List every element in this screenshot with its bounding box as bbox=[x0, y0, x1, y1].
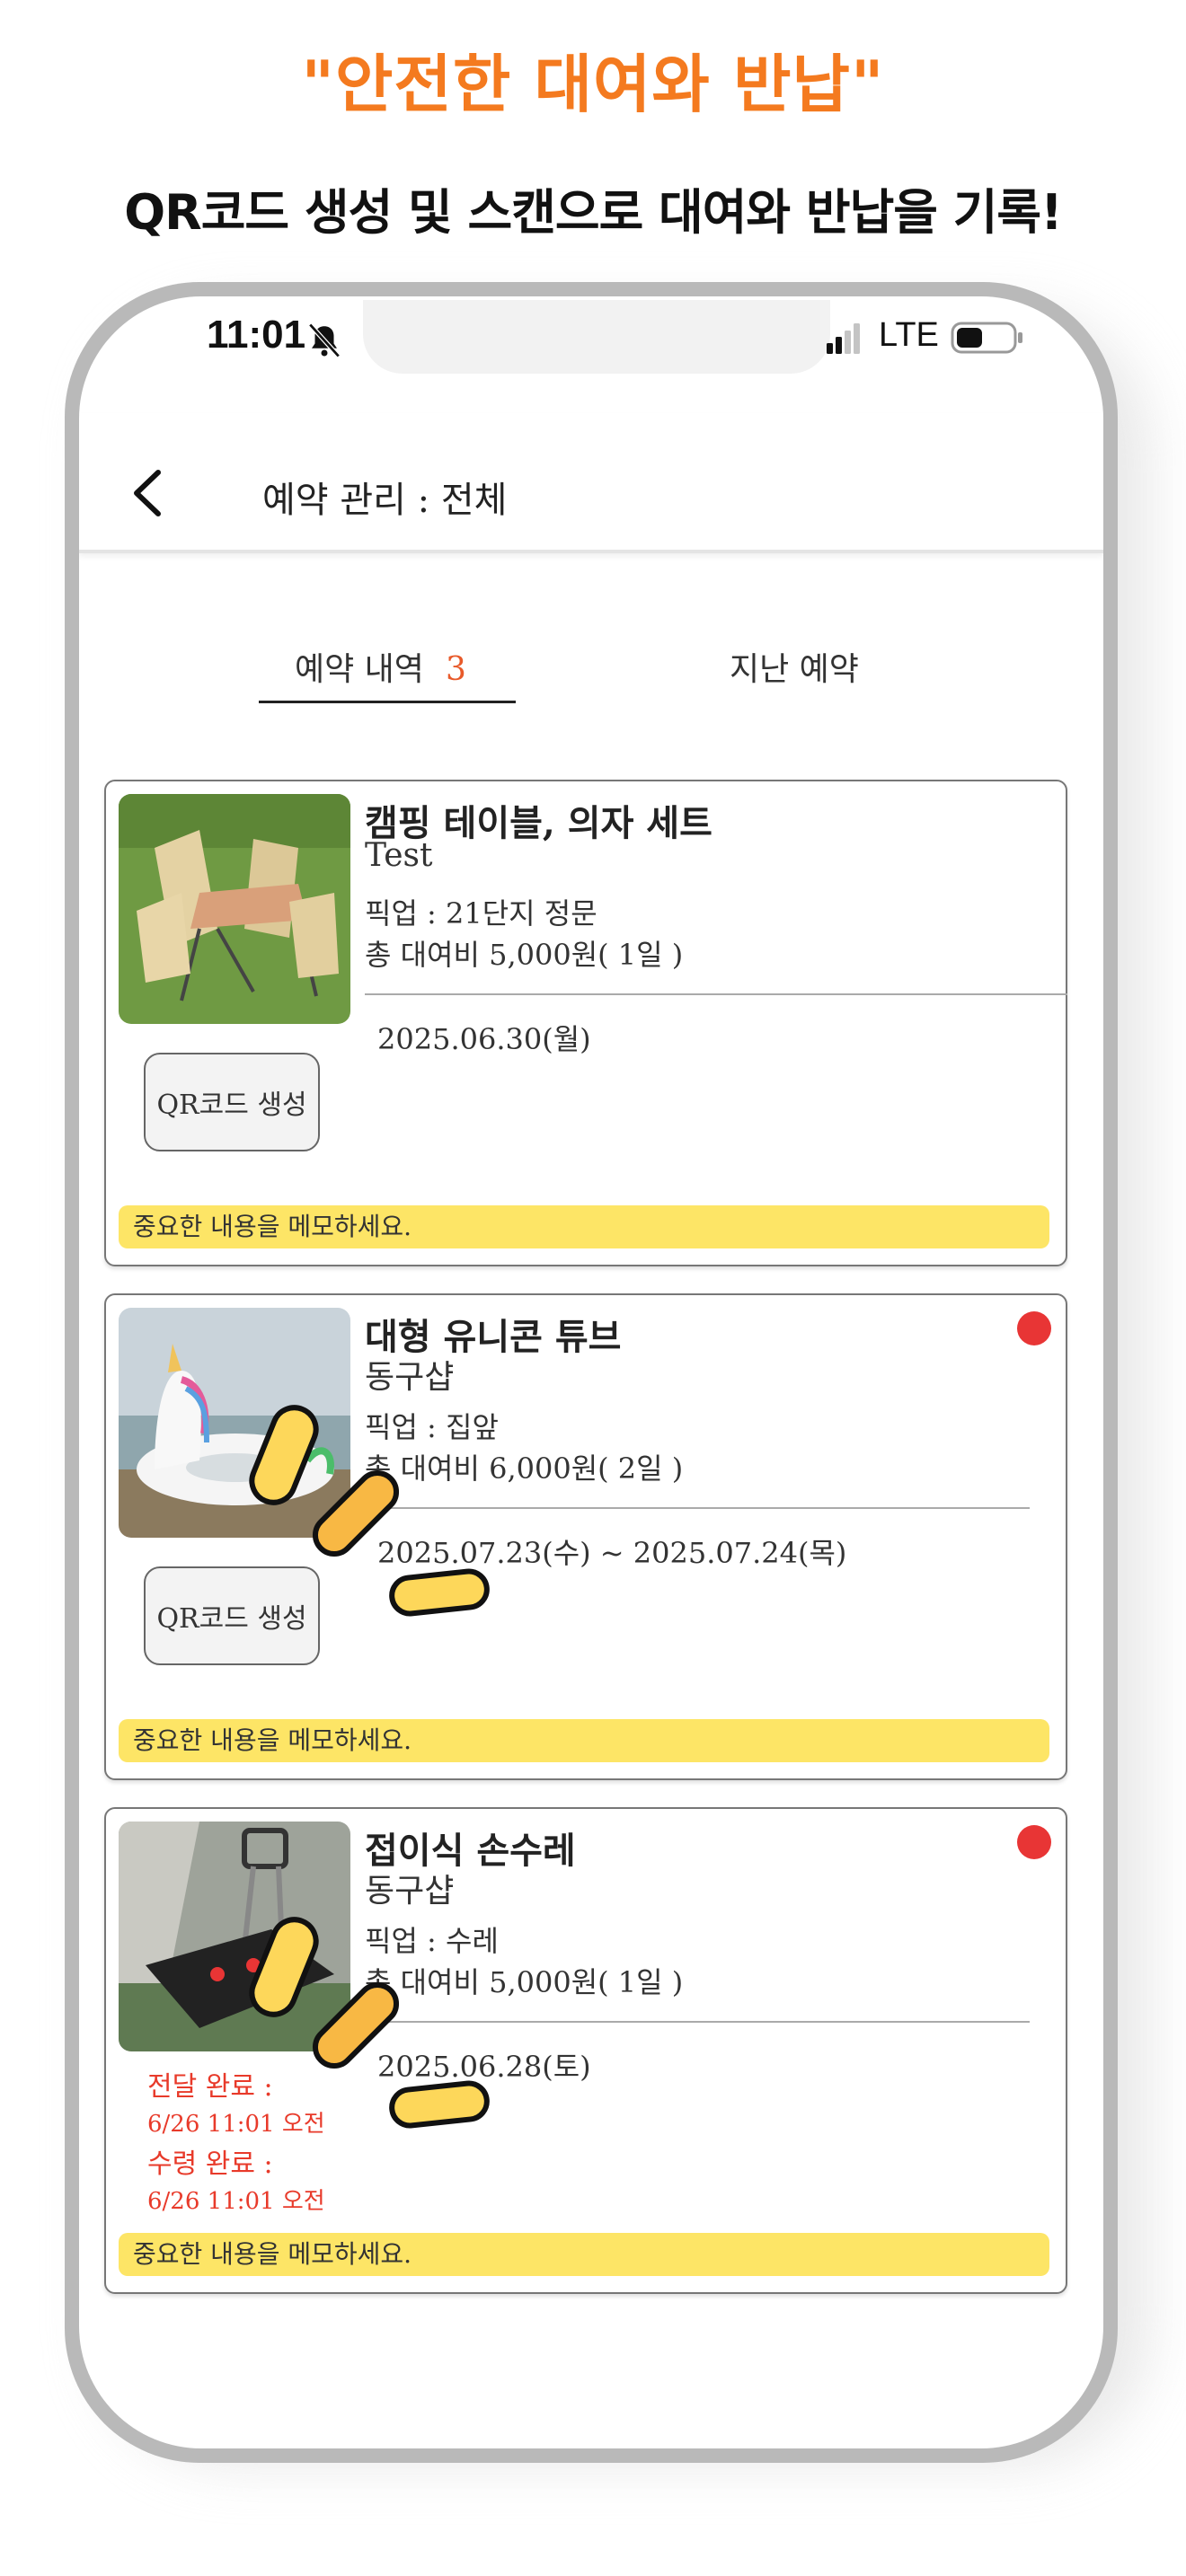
product-image-cart bbox=[119, 1822, 350, 2051]
signal-icon bbox=[827, 323, 860, 354]
network-type: LTE bbox=[879, 316, 939, 354]
dynamic-island bbox=[363, 300, 830, 374]
new-indicator-dot bbox=[1017, 1311, 1051, 1345]
rental-fee: 총 대여비 5,000원( 1일 ) bbox=[365, 1965, 684, 1999]
owner-name: Test bbox=[365, 837, 433, 874]
rental-fee: 총 대여비 5,000원( 1일 ) bbox=[365, 938, 684, 972]
reservation-card[interactable]: 대형 유니콘 튜브 동구샵 픽업 : 집앞 총 대여비 6,000원( 2일 )… bbox=[104, 1293, 1067, 1780]
unicorn-float-photo bbox=[119, 1308, 350, 1538]
generate-qr-button[interactable]: QR코드 생성 bbox=[144, 1566, 320, 1665]
owner-name: 동구샵 bbox=[365, 1359, 455, 1396]
tab-label: 예약 내역 bbox=[295, 651, 424, 688]
status-time: 11:01 bbox=[207, 313, 306, 357]
tab-label: 지난 예약 bbox=[730, 651, 859, 688]
pickup-location: 픽업 : 수레 bbox=[365, 1924, 499, 1958]
active-tab-indicator bbox=[259, 701, 516, 703]
memo-field[interactable]: 중요한 내용을 메모하세요. bbox=[119, 2233, 1049, 2276]
page-title: 예약 관리 : 전체 bbox=[262, 480, 508, 521]
hand-cart-photo bbox=[119, 1822, 350, 2051]
app-bar: 예약 관리 : 전체 bbox=[79, 413, 1103, 553]
reservation-card[interactable]: 캠핑 테이블, 의자 세트 Test 픽업 : 21단지 정문 총 대여비 5,… bbox=[104, 780, 1067, 1266]
rental-date: 2025.06.28(토) bbox=[377, 2050, 591, 2084]
owner-name: 동구샵 bbox=[365, 1873, 455, 1910]
tab-reservations[interactable]: 예약 내역 3 bbox=[295, 643, 466, 690]
pickup-location: 픽업 : 21단지 정문 bbox=[365, 896, 597, 931]
rental-fee: 총 대여비 6,000원( 2일 ) bbox=[365, 1451, 684, 1486]
tab-past-reservations[interactable]: 지난 예약 bbox=[730, 643, 859, 690]
product-image-unicorn bbox=[119, 1308, 350, 1538]
new-indicator-dot bbox=[1017, 1825, 1051, 1859]
phone-screen: 11:01 LTE 예약 관리 : 전체 예약 내역 3 지난 예약 캠핑 테이… bbox=[79, 296, 1103, 2448]
generate-qr-button[interactable]: QR코드 생성 bbox=[144, 1053, 320, 1151]
chevron-left-icon[interactable] bbox=[129, 467, 165, 519]
memo-field[interactable]: 중요한 내용을 메모하세요. bbox=[119, 1719, 1049, 1762]
reservation-card[interactable]: 접이식 손수레 동구샵 픽업 : 수레 총 대여비 5,000원( 1일 ) 2… bbox=[104, 1807, 1067, 2294]
phone-frame: 11:01 LTE 예약 관리 : 전체 예약 내역 3 지난 예약 캠핑 테이… bbox=[65, 282, 1118, 2463]
bell-muted-icon bbox=[308, 322, 341, 358]
tab-count-badge: 3 bbox=[445, 651, 466, 688]
promo-headline: "안전한 대여와 반납" bbox=[301, 48, 885, 121]
delivered-label: 전달 완료 : bbox=[147, 2071, 273, 2103]
pickup-location: 픽업 : 집앞 bbox=[365, 1410, 499, 1444]
received-label: 수령 완료 : bbox=[147, 2148, 273, 2180]
battery-icon bbox=[951, 322, 1022, 354]
delivered-time: 6/26 11:01 오전 bbox=[147, 2111, 325, 2138]
promo-subheadline: QR코드 생성 및 스캔으로 대여와 반납을 기록! bbox=[124, 184, 1062, 241]
memo-field[interactable]: 중요한 내용을 메모하세요. bbox=[119, 1205, 1049, 1248]
rental-date: 2025.07.23(수) ~ 2025.07.24(목) bbox=[377, 1536, 847, 1570]
divider bbox=[365, 993, 1067, 995]
divider bbox=[365, 1507, 1030, 1509]
divider bbox=[365, 2021, 1030, 2023]
rental-date: 2025.06.30(월) bbox=[377, 1022, 591, 1056]
camping-photo bbox=[119, 794, 350, 1024]
product-image-camping bbox=[119, 794, 350, 1024]
received-time: 6/26 11:01 오전 bbox=[147, 2188, 325, 2215]
